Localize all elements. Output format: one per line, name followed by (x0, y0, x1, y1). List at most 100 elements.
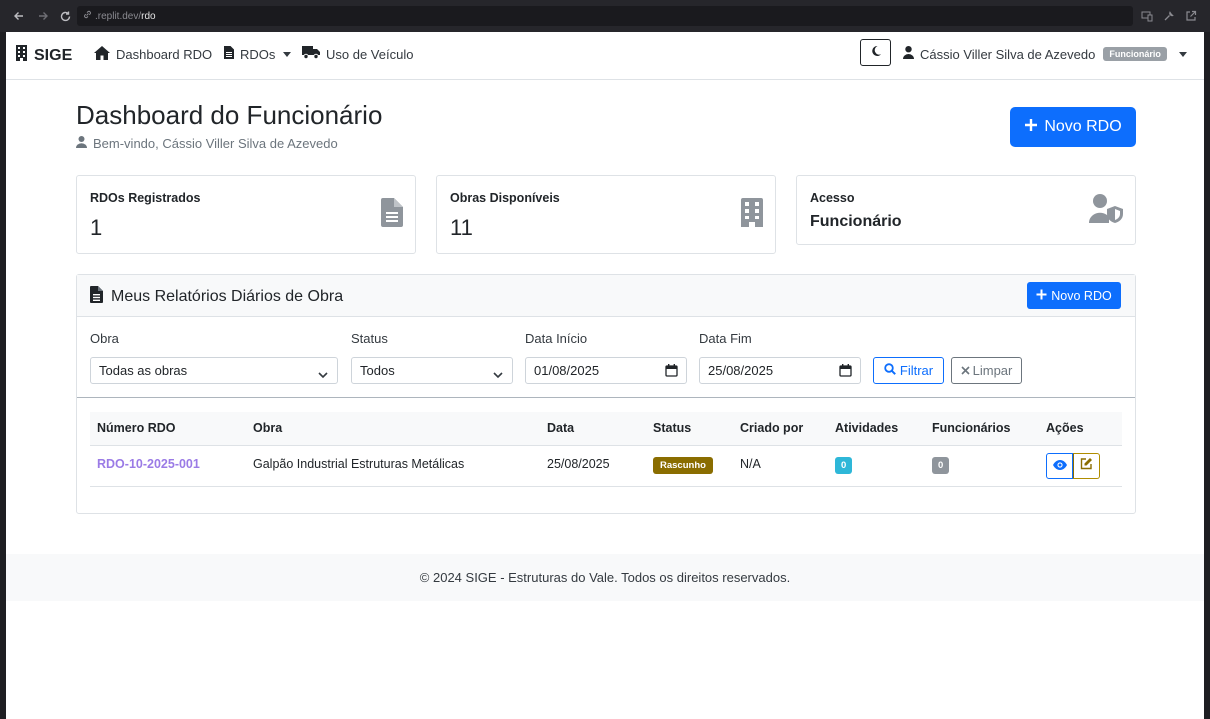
forward-icon[interactable] (35, 8, 51, 24)
new-rdo-label: Novo RDO (1044, 118, 1122, 135)
column-header: Status (653, 421, 692, 435)
plus-icon (1024, 118, 1038, 137)
stat-value: 1 (90, 215, 103, 240)
column-header: Atividades (835, 421, 899, 435)
new-rdo-small-button[interactable]: Novo RDO (1027, 282, 1121, 309)
column-header: Data (547, 421, 575, 435)
stat-card-acesso: Acesso Funcionário (796, 175, 1136, 245)
welcome-text: Bem-vindo, Cássio Viller Silva de Azeved… (93, 136, 338, 151)
user-name: Cássio Viller Silva de Azevedo (920, 46, 1096, 62)
user-icon (76, 136, 87, 151)
column-header: Número RDO (97, 421, 176, 435)
file-alt-icon (90, 286, 103, 308)
data-fim-input[interactable]: 25/08/2025 (699, 357, 861, 384)
calendar-icon[interactable] (665, 364, 678, 380)
chevron-down-icon (493, 367, 503, 382)
caret-down-icon (283, 51, 292, 57)
column-header: Funcionários (932, 421, 1011, 435)
nav-dashboard-rdo-label: Dashboard RDO (116, 47, 213, 62)
page-footer: © 2024 SIGE - Estruturas do Vale. Todos … (6, 554, 1204, 601)
obra-select[interactable]: Todas as obras (90, 357, 338, 384)
building-icon (15, 45, 28, 66)
data-inicio-input[interactable]: 01/08/2025 (525, 357, 687, 384)
status-select[interactable]: Todos (351, 357, 513, 384)
devices-icon[interactable] (1140, 9, 1154, 23)
table-row: RDO-10-2025-001 Galpão Industrial Estrut… (90, 446, 1122, 487)
nav-rdos-label: RDOs (240, 46, 276, 62)
eye-icon (1052, 457, 1067, 475)
plus-icon (1036, 289, 1047, 303)
page-title: Dashboard do Funcionário (76, 100, 383, 130)
stat-label: RDOs Registrados (90, 191, 201, 205)
rdo-number-link[interactable]: RDO-10-2025-001 (97, 457, 200, 471)
column-header: Criado por (740, 421, 804, 435)
reload-icon[interactable] (57, 8, 73, 24)
reports-title-text: Meus Relatórios Diários de Obra (111, 288, 344, 305)
reports-card: Meus Relatórios Diários de Obra Novo RDO… (76, 274, 1136, 514)
view-button[interactable] (1046, 453, 1073, 479)
stat-card-obras: Obras Disponíveis 11 (436, 175, 776, 254)
link-icon (83, 10, 92, 22)
obra-select-value: Todas as obras (99, 363, 188, 378)
moon-icon (870, 44, 882, 62)
clear-button[interactable]: Limpar (951, 357, 1022, 384)
column-header: Ações (1046, 421, 1084, 435)
home-icon (94, 46, 110, 63)
column-header: Obra (253, 421, 283, 435)
data-inicio-value: 01/08/2025 (534, 363, 600, 378)
rdo-table: Número RDO Obra Data Status Criado por A… (90, 412, 1122, 487)
stat-label: Acesso (810, 191, 855, 205)
obra-cell: Galpão Industrial Estruturas Metálicas (253, 457, 465, 471)
filter-button-label: Filtrar (899, 363, 934, 378)
edit-button[interactable] (1073, 453, 1100, 479)
user-role-badge: Funcionário (1103, 47, 1167, 61)
user-shield-icon (1088, 194, 1123, 228)
nav-rdos-dropdown[interactable]: RDOs (224, 46, 292, 62)
theme-toggle-button[interactable] (860, 39, 891, 66)
stat-value: Funcionário (810, 213, 902, 230)
page-viewport: SIGE Dashboard RDO RDOs Uso de Veículo C… (6, 32, 1204, 719)
welcome-message: Bem-vindo, Cássio Viller Silva de Azeved… (76, 136, 338, 151)
status-label: Status (351, 331, 388, 346)
data-fim-value: 25/08/2025 (708, 363, 774, 378)
filters-form: Obra Todas as obras Status Todos Data In… (77, 317, 1135, 398)
employees-count-badge: 0 (932, 457, 950, 474)
user-icon (903, 46, 914, 62)
brand[interactable]: SIGE (15, 45, 72, 66)
status-select-value: Todos (360, 363, 395, 378)
calendar-icon[interactable] (839, 364, 852, 380)
brand-name: SIGE (34, 46, 73, 64)
footer-text: © 2024 SIGE - Estruturas do Vale. Todos … (419, 570, 791, 585)
top-navbar: SIGE Dashboard RDO RDOs Uso de Veículo C… (6, 32, 1204, 80)
nav-dashboard-rdo[interactable]: Dashboard RDO (94, 46, 212, 63)
new-rdo-small-label: Novo RDO (1051, 288, 1112, 303)
nav-uso-veiculo-label: Uso de Veículo (326, 46, 414, 62)
wrench-icon[interactable] (1162, 9, 1176, 23)
row-actions (1046, 453, 1100, 479)
user-menu-dropdown[interactable]: Cássio Viller Silva de Azevedo Funcionár… (903, 46, 1187, 62)
data-fim-label: Data Fim (699, 331, 752, 346)
url-path: rdo (141, 10, 156, 22)
created-by-cell: N/A (740, 457, 761, 471)
table-header: Número RDO Obra Data Status Criado por A… (90, 412, 1122, 446)
clear-button-label: Limpar (972, 363, 1013, 378)
reports-card-header: Meus Relatórios Diários de Obra Novo RDO (77, 275, 1135, 317)
edit-icon (1080, 457, 1093, 475)
new-rdo-button[interactable]: Novo RDO (1010, 107, 1136, 147)
obra-label: Obra (90, 331, 119, 346)
url-host: .replit.dev/ (95, 10, 142, 22)
nav-uso-veiculo[interactable]: Uso de Veículo (302, 46, 413, 62)
stat-value: 11 (450, 215, 473, 240)
open-external-icon[interactable] (1184, 9, 1198, 23)
status-badge: Rascunho (653, 457, 713, 474)
search-icon (884, 363, 896, 378)
browser-chrome: .replit.dev/rdo (0, 0, 1210, 32)
chevron-down-icon (318, 367, 328, 382)
back-icon[interactable] (11, 8, 27, 24)
truck-icon (302, 46, 320, 62)
close-icon (961, 363, 970, 378)
caret-down-icon (1178, 51, 1187, 57)
address-bar[interactable]: .replit.dev/rdo (77, 6, 1133, 26)
filter-button[interactable]: Filtrar (873, 357, 944, 384)
reports-title: Meus Relatórios Diários de Obra (90, 286, 343, 308)
